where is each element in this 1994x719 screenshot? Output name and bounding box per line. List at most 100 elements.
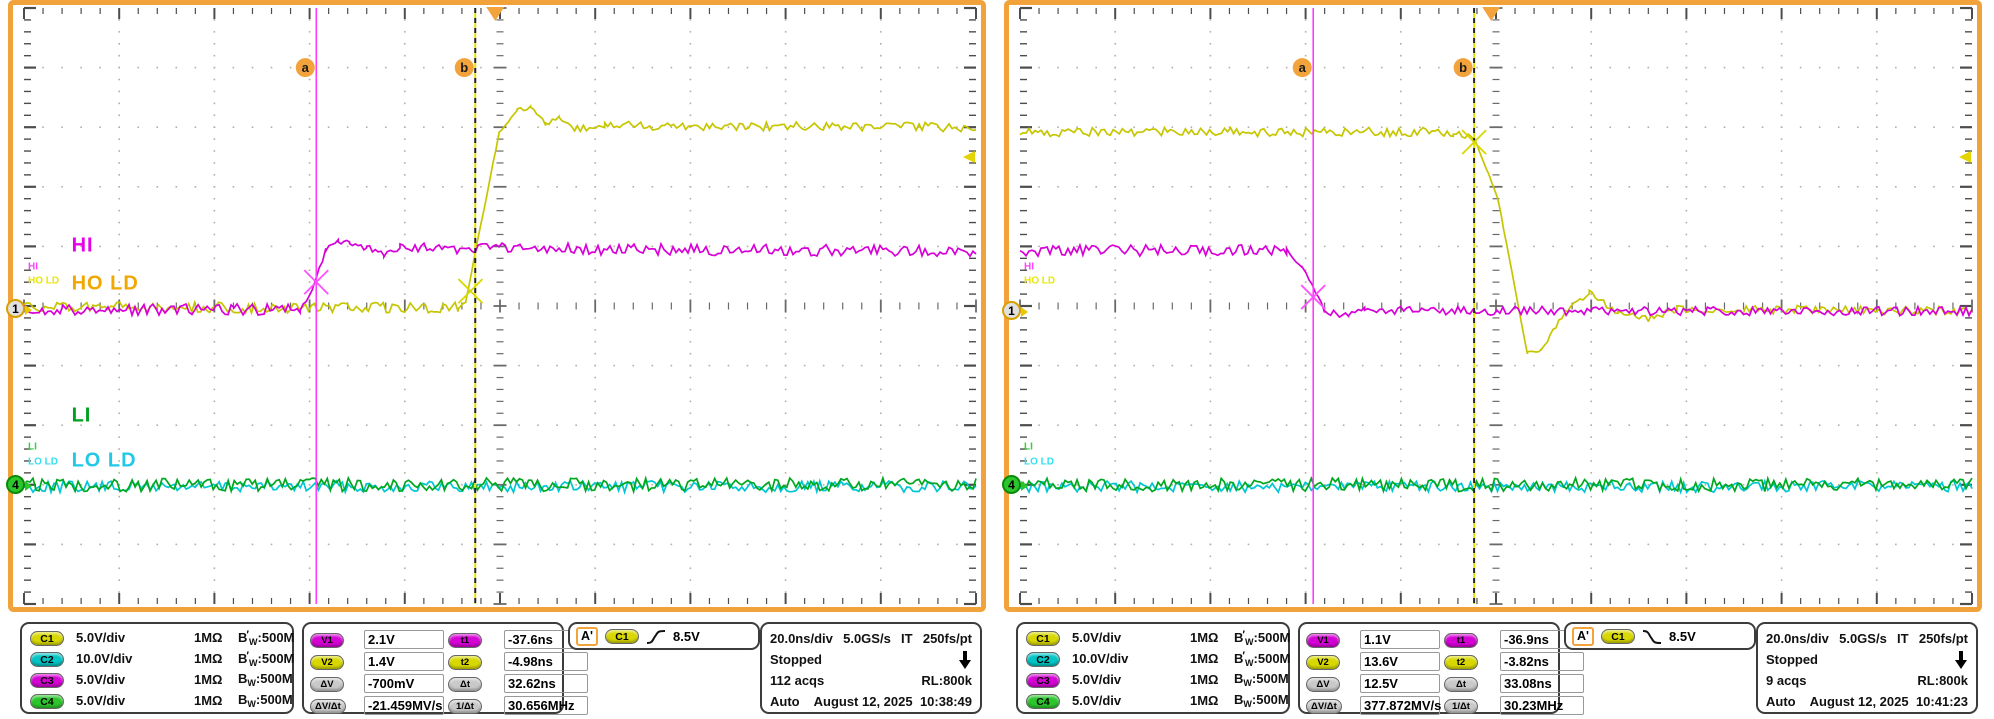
- edge-tag-lo-ld: LO LD: [1024, 457, 1054, 468]
- measurement-badge-t1[interactable]: t1: [448, 633, 482, 648]
- measurement-badge-wrap: ΔV: [1306, 675, 1356, 692]
- trigger-box[interactable]: A'C18.5V: [568, 622, 760, 650]
- channel-badge-c4[interactable]: C4: [30, 694, 64, 709]
- timebase-row-status: Stopped: [1766, 649, 1968, 670]
- channel-badge-wrap: C1: [30, 630, 76, 646]
- trigger-ab-label: A': [576, 627, 598, 646]
- measurements-grid: V11.1Vt1-36.9nsV213.6Vt2-3.82nsΔV12.5VΔt…: [1300, 624, 1558, 715]
- measurement-badge-δt[interactable]: Δt: [448, 677, 482, 692]
- cursor-measurements-box[interactable]: V11.1Vt1-36.9nsV213.6Vt2-3.82nsΔV12.5VΔt…: [1298, 622, 1560, 714]
- channel-badge-c2[interactable]: C2: [30, 652, 64, 667]
- waveform-label-ho-ld: HO LD: [72, 272, 139, 295]
- measurement-badge-δv[interactable]: ΔV: [310, 677, 344, 692]
- trigger-source-badge[interactable]: C1: [605, 629, 639, 644]
- measurement-badge-t2[interactable]: t2: [448, 655, 482, 670]
- channel-settings-box[interactable]: C15.0V/div1MΩB′W:500MC210.0V/div1MΩB′W:5…: [1016, 622, 1290, 714]
- measurement-value-δv-δt: -21.459MV/s: [364, 696, 444, 715]
- channel-impedance-label: 1MΩ: [194, 693, 238, 708]
- measurement-badge-wrap: 1/Δt: [448, 697, 500, 714]
- measurement-badge-wrap: t1: [448, 631, 500, 648]
- channel-bandwidth-label: B′W:500M: [238, 629, 294, 647]
- interpolation-mode: IT: [901, 631, 913, 646]
- timebase-row-acqs: 112 acqs RL:800k: [770, 670, 972, 691]
- trigger-mode-label: Auto: [770, 694, 800, 709]
- measurement-badge-δv[interactable]: ΔV: [1306, 677, 1340, 692]
- sample-rate: 5.0GS/s: [843, 631, 891, 646]
- waveform-label-li: LI: [72, 405, 92, 428]
- channel-badge-c4[interactable]: C4: [1026, 694, 1060, 709]
- edge-tag-hi: HI: [28, 261, 38, 272]
- record-length: RL:800k: [1917, 673, 1968, 688]
- edge-tag-ho-ld: HO LD: [28, 275, 59, 286]
- cursor-a-label-text: a: [1299, 60, 1307, 75]
- channel-marker-arrow: [25, 305, 32, 315]
- rising-edge-icon: [646, 629, 666, 645]
- measurement-badge-v1[interactable]: V1: [310, 633, 344, 648]
- measurement-badge-wrap: t2: [448, 653, 500, 670]
- acquisition-stopped-arrow-icon: [958, 651, 972, 669]
- measurement-badge-wrap: ΔV/Δt: [310, 697, 360, 714]
- measurement-badge-δv-δt[interactable]: ΔV/Δt: [1306, 699, 1342, 714]
- channel-marker-arrow: [1021, 307, 1028, 317]
- measurement-value-1-δt: 30.656MHz: [504, 696, 588, 715]
- channel-badge-c1[interactable]: C1: [1026, 631, 1060, 646]
- channel-row-c4: C45.0V/div1MΩBW:500M: [1018, 690, 1288, 711]
- measurement-badge-t1[interactable]: t1: [1444, 633, 1478, 648]
- channel-row-c2: C210.0V/div1MΩB′W:500M: [22, 648, 292, 669]
- measurement-badge-1-δt[interactable]: 1/Δt: [448, 699, 482, 714]
- acquisition-count: 112 acqs: [770, 673, 824, 688]
- measurement-badge-δt[interactable]: Δt: [1444, 677, 1478, 692]
- cursor-measurements-box[interactable]: V12.1Vt1-37.6nsV21.4Vt2-4.98nsΔV-700mVΔt…: [302, 622, 564, 714]
- record-length: RL:800k: [921, 673, 972, 688]
- measurement-badge-wrap: t1: [1444, 631, 1496, 648]
- channel-badge-c3[interactable]: C3: [1026, 673, 1060, 688]
- channel-badge-c2[interactable]: C2: [1026, 652, 1060, 667]
- timebase-row-scale: 20.0ns/div5.0GS/sIT250fs/pt: [1766, 628, 1968, 649]
- timebase-row-status: Stopped: [770, 649, 972, 670]
- time-label: 10:41:23: [1916, 694, 1968, 709]
- cursor-b-label-text: b: [460, 60, 468, 75]
- channel-badge-wrap: C4: [1026, 693, 1072, 709]
- measurement-value-t2: -3.82ns: [1500, 652, 1584, 671]
- waveform-label-lo-ld: LO LD: [72, 449, 137, 472]
- edge-tag-hi: HI: [1024, 261, 1034, 272]
- channel-impedance-label: 1MΩ: [194, 651, 238, 666]
- scope-panel-left: abHIHO LDLILO LDHIHO LDLILO LD14C15.0V/d…: [8, 0, 986, 719]
- trigger-source-badge[interactable]: C1: [1601, 629, 1635, 644]
- cursor-a-label-text: a: [302, 60, 310, 75]
- graticule-display-left: ab: [8, 0, 986, 612]
- channel-badge-wrap: C1: [1026, 630, 1072, 646]
- channel-badge-c3[interactable]: C3: [30, 673, 64, 688]
- measurement-badge-v1[interactable]: V1: [1306, 633, 1340, 648]
- measurement-badge-δv-δt[interactable]: ΔV/Δt: [310, 699, 346, 714]
- edge-tag-lo-ld: LO LD: [28, 457, 58, 468]
- edge-tag-ho-ld: HO LD: [1024, 275, 1055, 286]
- channel-badge-wrap: C2: [1026, 651, 1072, 667]
- channel-settings-box[interactable]: C15.0V/div1MΩB′W:500MC210.0V/div1MΩB′W:5…: [20, 622, 294, 714]
- measurement-value-v1: 2.1V: [364, 630, 444, 649]
- channel-badge-wrap: C3: [30, 672, 76, 688]
- channel-badge-wrap: C4: [30, 693, 76, 709]
- measurement-badge-v2[interactable]: V2: [310, 655, 344, 670]
- measurement-badge-wrap: Δt: [448, 675, 500, 692]
- measurement-badge-v2[interactable]: V2: [1306, 655, 1340, 670]
- trigger-mode-label: Auto: [1766, 694, 1796, 709]
- timebase-scale: 20.0ns/div: [770, 631, 833, 646]
- channel-row-c3: C35.0V/div1MΩBW:500M: [1018, 669, 1288, 690]
- channel-row-c4: C45.0V/div1MΩBW:500M: [22, 690, 292, 711]
- channel-impedance-label: 1MΩ: [194, 672, 238, 687]
- trigger-row: A' C1 8.5V: [1566, 624, 1754, 646]
- acquisition-count: 9 acqs: [1766, 673, 1806, 688]
- measurement-badge-wrap: Δt: [1444, 675, 1496, 692]
- trigger-ab-label: A': [1572, 627, 1594, 646]
- sample-rate: 5.0GS/s: [1839, 631, 1887, 646]
- measurement-badge-t2[interactable]: t2: [1444, 655, 1478, 670]
- measurement-value-δv: 12.5V: [1360, 674, 1440, 693]
- trigger-box[interactable]: A' C1 8.5V: [1564, 622, 1756, 650]
- channel-badge-c1[interactable]: C1: [30, 631, 64, 646]
- measurement-badge-1-δt[interactable]: 1/Δt: [1444, 699, 1478, 714]
- measurement-badge-wrap: V1: [1306, 631, 1356, 648]
- channel-vdiv-label: 5.0V/div: [76, 693, 194, 708]
- trigger-level-value: 8.5V: [1669, 629, 1696, 644]
- acquisition-stopped-arrow-icon: [1954, 651, 1968, 669]
